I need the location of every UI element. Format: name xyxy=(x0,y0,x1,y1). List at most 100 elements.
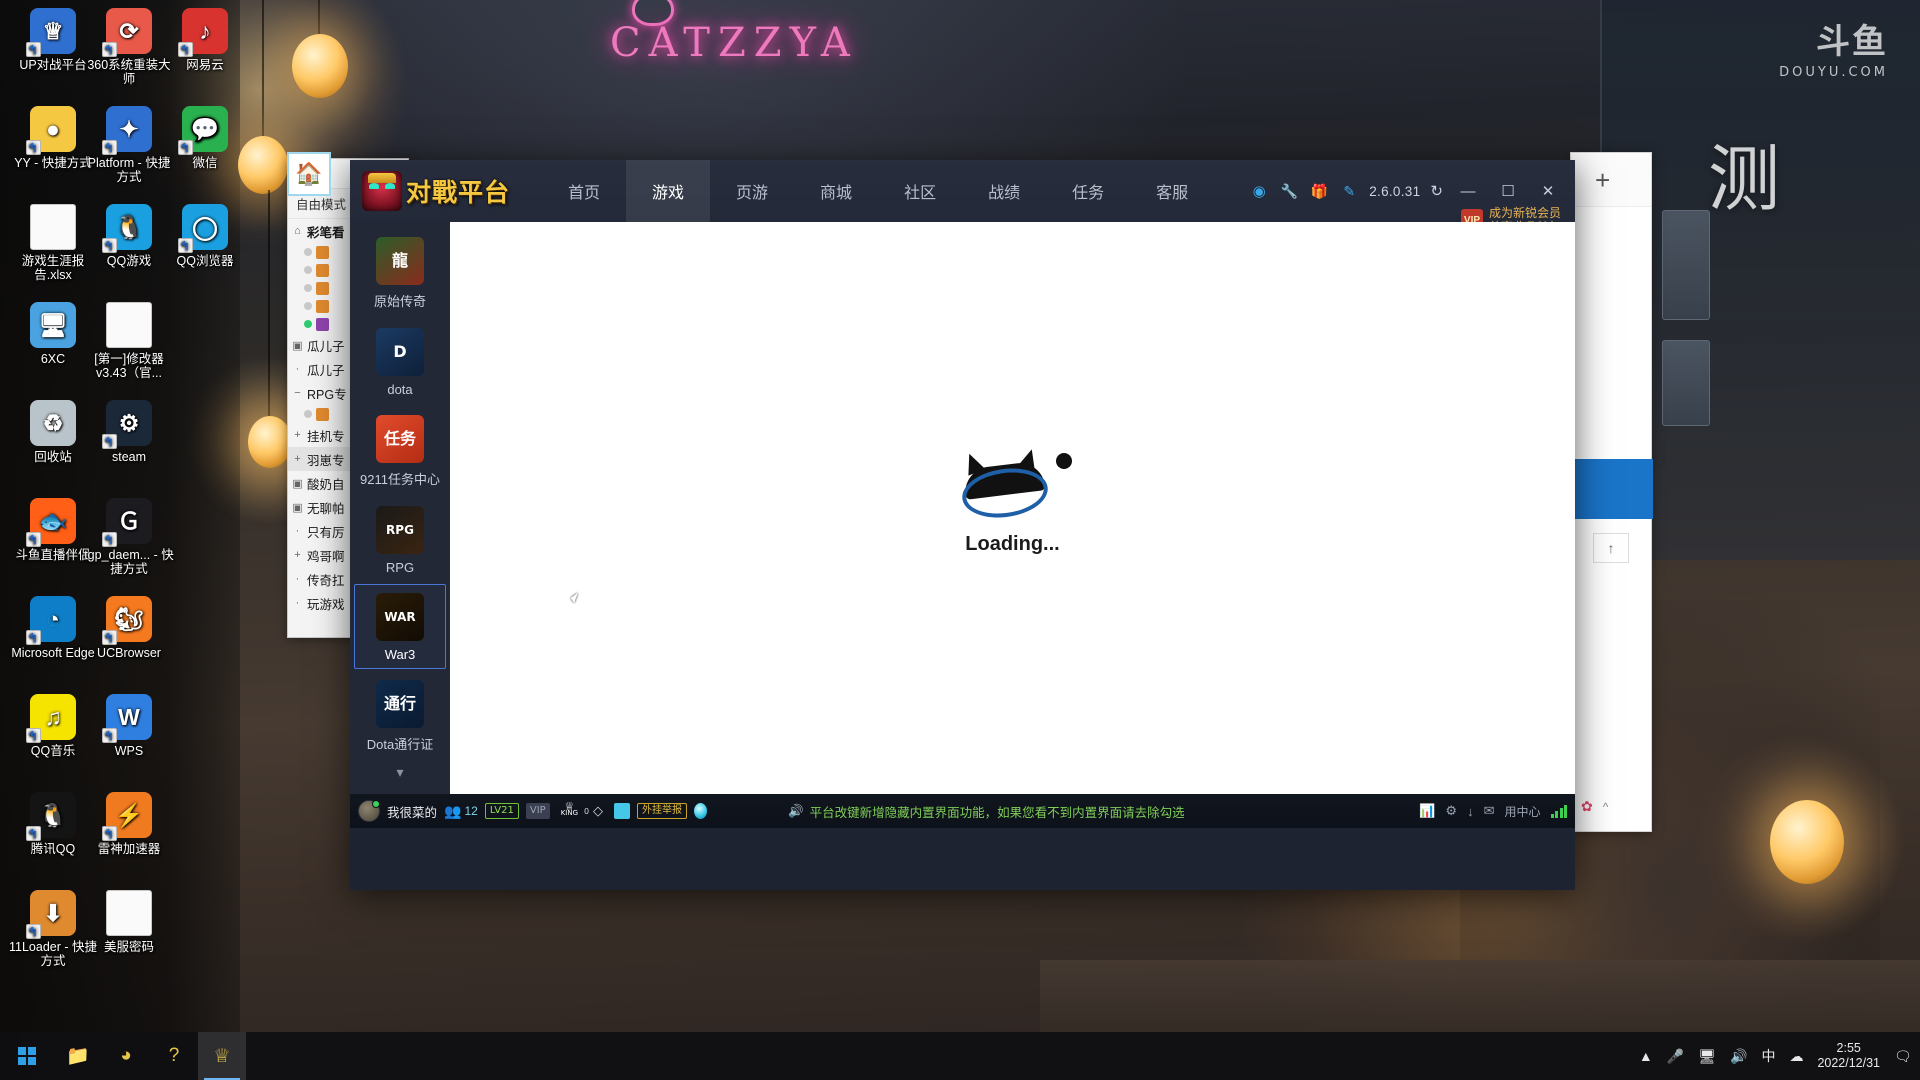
desktop-icon-wechat-icon[interactable]: 💬微信 xyxy=(160,106,250,170)
show-hidden-icon[interactable]: ▲ xyxy=(1639,1049,1653,1063)
ime-icon[interactable]: 中 xyxy=(1761,1049,1775,1063)
desktop-icon-qq-browser-icon[interactable]: ◯QQ浏览器 xyxy=(160,204,250,268)
background-secondary-window[interactable]: + ↑ ✿ ^ xyxy=(1570,152,1653,832)
yuanshi-chuanqi-icon: 龍 xyxy=(376,237,424,285)
plugin-report-badge[interactable]: 外挂举报 xyxy=(637,803,688,819)
wrench-icon[interactable]: 🔧 xyxy=(1279,181,1299,201)
bg-room-label: 只有厉 xyxy=(307,525,345,540)
neon-sign: CATZZYA xyxy=(610,20,858,66)
taskbar-browser-icon[interactable]: ◕ xyxy=(102,1032,150,1080)
douyu-watermark-title: 斗鱼 xyxy=(1816,22,1888,62)
desktop-icon-wps-icon[interactable]: WWPS xyxy=(84,694,174,758)
action-center-icon[interactable]: 🗨 xyxy=(1894,1049,1912,1063)
expander-icon[interactable]: · xyxy=(292,597,303,609)
pen-icon[interactable]: ✎ xyxy=(1339,181,1359,201)
signal-icon xyxy=(1550,804,1567,818)
desktop-icon-text-file-icon[interactable]: 美服密码 xyxy=(84,890,174,954)
expander-icon[interactable]: + xyxy=(292,453,303,465)
qq-music-icon: ♫ xyxy=(26,694,76,743)
windows-start-icon[interactable] xyxy=(0,1032,54,1080)
desktop-icon-zip-folder-icon[interactable]: [第一]修改器 v3.43（官... xyxy=(84,302,174,380)
game-item-label: RPG xyxy=(385,560,415,575)
refresh-icon[interactable]: ↻ xyxy=(1430,182,1443,200)
tab-support[interactable]: 客服 xyxy=(1130,160,1214,222)
qq-browser-icon: ◯ xyxy=(178,204,228,253)
notice-bar: 🔊 平台改键新增隐藏内置界面功能，如果您看不到内置界面请去除勾选 xyxy=(788,802,1185,821)
tab-webgames[interactable]: 页游 xyxy=(710,160,794,222)
game-item-yuanshi-chuanqi[interactable]: 龍原始传奇 xyxy=(354,228,446,317)
maximize-button[interactable]: ☐ xyxy=(1493,176,1523,206)
add-icon[interactable]: + xyxy=(1595,167,1610,193)
game-item-mission-center[interactable]: 任务 9211任务中心 xyxy=(354,406,446,495)
shortcut-arrow-icon xyxy=(178,238,193,253)
status-dot-icon xyxy=(304,410,312,418)
monitor-icon[interactable]: 🖥 xyxy=(1698,1049,1716,1063)
desktop-icon-steam-icon[interactable]: ⚙steam xyxy=(84,400,174,464)
game-item-rpg[interactable]: RPG RPG xyxy=(354,497,446,582)
taskbar-file-explorer-icon[interactable]: 📁 xyxy=(54,1032,102,1080)
taskbar-help-icon[interactable]: ? xyxy=(150,1032,198,1080)
expander-icon[interactable]: + xyxy=(292,429,303,441)
bg-room-label: 无聊帕 xyxy=(307,501,345,516)
expander-icon[interactable]: · xyxy=(292,363,303,375)
shortcut-arrow-icon xyxy=(102,728,117,743)
shortcut-arrow-icon xyxy=(26,42,41,57)
minimize-button[interactable]: — xyxy=(1453,176,1483,206)
expander-icon[interactable]: − xyxy=(292,387,303,399)
wps-icon: W xyxy=(102,694,152,743)
close-button[interactable]: ✕ xyxy=(1533,176,1563,206)
desktop-icon-leishen-accelerator-icon[interactable]: ⚡雷神加速器 xyxy=(84,792,174,856)
expander-icon[interactable]: ▣ xyxy=(292,501,303,514)
desktop-icon-tgp-daemon-icon[interactable]: Ｇtgp_daem... - 快捷方式 xyxy=(84,498,174,576)
room-badge-icon xyxy=(316,245,329,259)
download-icon[interactable]: ↓ xyxy=(1467,804,1474,819)
vip-line-1: 成为新锐会员 xyxy=(1488,206,1561,220)
desktop-icon-netease-music-icon[interactable]: ♪网易云 xyxy=(160,8,250,72)
tab-store[interactable]: 商城 xyxy=(794,160,878,222)
game-sidebar: 龍原始传奇 Ddota 任务 9211任务中心 RPG RPG WAR War3 通行 Dota通… xyxy=(350,222,450,794)
mic-icon[interactable]: 🎤 xyxy=(1667,1049,1684,1063)
volume-icon[interactable]: 🔊 xyxy=(1730,1049,1747,1063)
chevron-down-icon[interactable]: ▾ xyxy=(396,762,403,781)
expander-icon[interactable]: · xyxy=(292,573,303,585)
avatar[interactable] xyxy=(358,800,380,822)
desktop-icon-uc-browser-icon[interactable]: 🐿UCBrowser xyxy=(84,596,174,660)
taskbar-platform-app-icon[interactable]: ♕ xyxy=(198,1032,246,1080)
collapse-icon[interactable]: ^ xyxy=(1603,800,1609,814)
douyu-live-icon: 🐟 xyxy=(26,498,76,547)
user-center-label[interactable]: 用中心 xyxy=(1504,803,1540,820)
expander-icon[interactable]: · xyxy=(292,525,303,537)
cloud-icon[interactable]: ☁ xyxy=(1789,1049,1803,1063)
tab-community[interactable]: 社区 xyxy=(878,160,962,222)
clock[interactable]: 2:55 2022/12/31 xyxy=(1817,1041,1880,1071)
globe-icon[interactable]: ◉ xyxy=(1249,181,1269,201)
logo-mask-icon xyxy=(362,171,402,211)
app-header: 对戰平台 首页 游戏 页游 商城 社区 战绩 任务 客服 ◉ 🔧 🎁 ✎ 2.6.0.31 ↻… xyxy=(350,160,1575,234)
expander-icon[interactable]: ▣ xyxy=(292,477,303,490)
desktop-icon-label: 网易云 xyxy=(186,58,224,72)
expander-icon[interactable]: + xyxy=(292,549,303,561)
platform-app-window[interactable]: 对戰平台 首页 游戏 页游 商城 社区 战绩 任务 客服 ◉ 🔧 🎁 ✎ 2.6.0.31 ↻… xyxy=(350,160,1575,890)
game-item-dota[interactable]: Ddota xyxy=(354,319,446,404)
shortcut-arrow-icon xyxy=(102,42,117,57)
game-item-label: War3 xyxy=(384,647,416,662)
tab-records[interactable]: 战绩 xyxy=(962,160,1046,222)
expander-icon[interactable]: ▣ xyxy=(292,339,303,352)
game-item-dota-pass[interactable]: 通行 Dota通行证 xyxy=(354,671,446,760)
expander-icon[interactable]: ⌂ xyxy=(292,225,303,237)
mail-icon[interactable]: ✉ xyxy=(1484,803,1495,819)
scroll-up-button[interactable]: ↑ xyxy=(1593,533,1629,563)
settings-icon[interactable]: ⚙ xyxy=(1445,803,1457,819)
chest-icon[interactable] xyxy=(614,803,631,819)
home-button-overlay[interactable]: 🏠 xyxy=(287,152,331,196)
flower-icon[interactable]: ✿ xyxy=(1581,798,1593,815)
game-item-war3[interactable]: WAR War3 xyxy=(354,584,446,669)
main-navigation: 首页 游戏 页游 商城 社区 战绩 任务 客服 xyxy=(542,160,1214,222)
chart-icon[interactable]: 📊 xyxy=(1419,803,1435,819)
tab-games[interactable]: 游戏 xyxy=(626,160,711,222)
tab-home[interactable]: 首页 xyxy=(542,160,626,222)
tab-missions[interactable]: 任务 xyxy=(1046,160,1130,222)
friends-counter[interactable]: 👥 12 xyxy=(444,803,478,820)
bg-room-label: 鸡哥啊 xyxy=(307,549,345,564)
gift-icon[interactable]: 🎁 xyxy=(1309,181,1329,201)
